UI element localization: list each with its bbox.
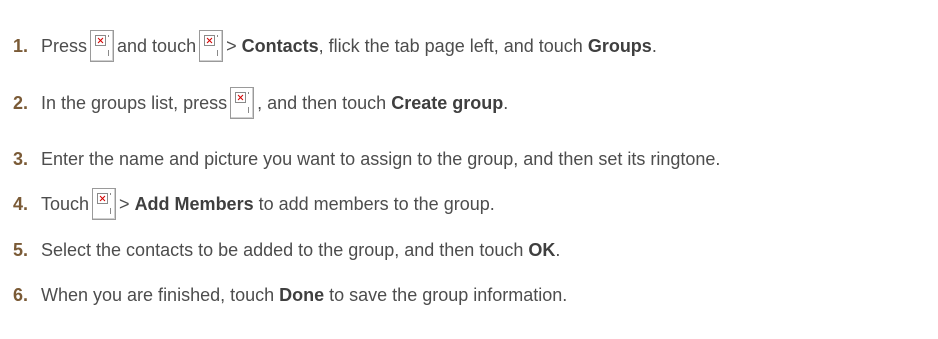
step-2: 2. In the groups list, press , and then … [13,83,508,123]
step-4: 4. Touch > Add Members to add members to… [13,184,495,224]
step-text-part: , flick the tab page left, and touch [318,36,588,56]
step-text-part: to add members to the group. [253,194,495,214]
step-text: In the groups list, press , and then tou… [41,87,508,119]
step-text-part: Select the contacts to be added to the g… [41,240,529,260]
step-keyword: Add Members [134,194,254,214]
step-text-part: . [555,240,561,260]
step-text-part: When you are finished, touch [41,285,280,305]
step-5: 5. Select the contacts to be added to th… [13,230,560,270]
step-text-part: Enter the name and picture you want to a… [41,149,721,169]
step-keyword: Contacts [241,36,319,56]
step-text: Select the contacts to be added to the g… [41,239,560,261]
step-text-part: In the groups list, press [41,93,228,113]
step-text: Press and touch > Contacts , flick the t… [41,30,657,62]
broken-image-icon [90,30,115,62]
step-number: 3. [13,149,29,169]
step-text-part: Press [41,36,88,56]
step-text-part: and touch [117,36,197,56]
step-text: Touch > Add Members to add members to th… [41,188,495,220]
step-6: 6. When you are finished, touch Done to … [13,275,567,315]
step-text-part: > [226,36,242,56]
broken-image-icon [199,30,224,62]
step-text-part: . [503,93,509,113]
step-keyword: Groups [587,36,652,56]
step-text: When you are finished, touch Done to sav… [41,284,567,306]
step-text-part: , and then touch [257,93,392,113]
step-number: 2. [13,93,29,113]
step-number: 5. [13,240,29,260]
step-number: 4. [13,194,29,214]
step-text-part: > [119,194,135,214]
step-keyword: OK [528,240,556,260]
broken-image-icon [230,87,255,119]
step-number: 1. [13,36,29,56]
step-keyword: Create group [391,93,504,113]
step-number: 6. [13,285,29,305]
step-text-part: to save the group information. [324,285,568,305]
step-text-part: . [651,36,657,56]
step-1: 1. Press and touch > Contacts , flick th… [13,26,657,66]
step-3: 3. Enter the name and picture you want t… [13,139,720,179]
step-text: Enter the name and picture you want to a… [41,148,720,170]
broken-image-icon [92,188,117,220]
step-text-part: Touch [41,194,90,214]
step-keyword: Done [279,285,325,305]
